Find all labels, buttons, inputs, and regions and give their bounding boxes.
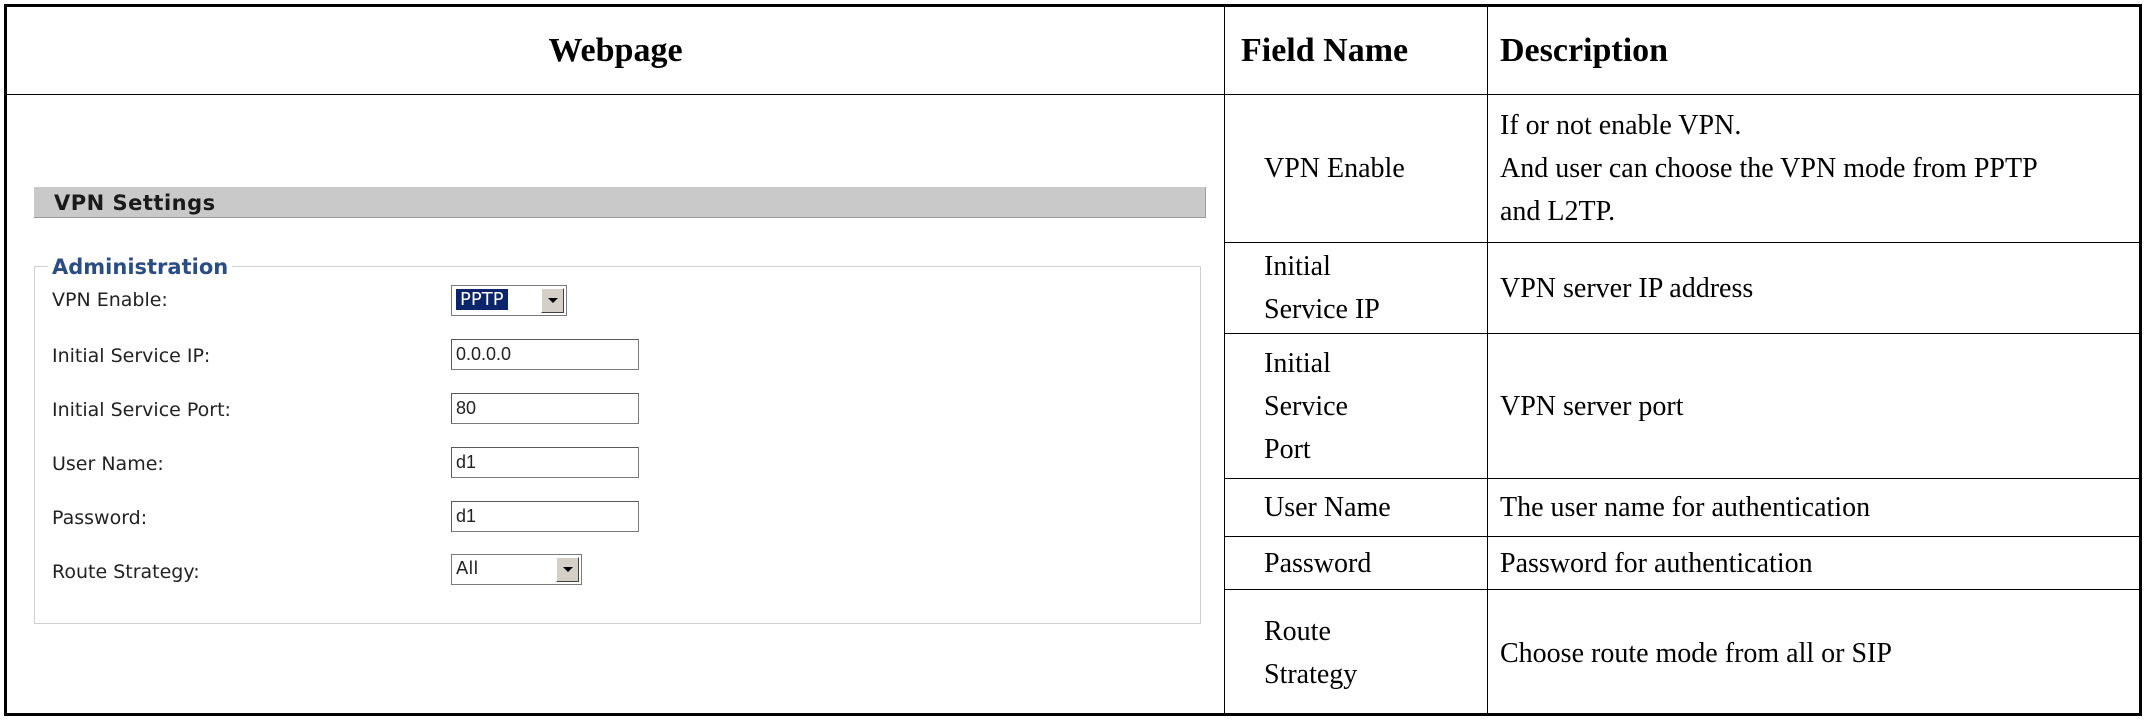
desc-user-name: The user name for authentication <box>1500 492 1871 523</box>
password-label: Password: <box>52 507 148 529</box>
user-name-label: User Name: <box>52 453 164 475</box>
field-password: Password <box>1264 547 1372 579</box>
route-strategy-select[interactable]: All <box>451 554 582 585</box>
route-strategy-value: All <box>456 558 479 579</box>
vpn-settings-screenshot: VPN Settings Administration VPN Enable: … <box>7 95 1224 713</box>
password-input[interactable] <box>451 501 639 532</box>
field-vpn-enable: VPN Enable <box>1264 153 1405 184</box>
vpn-enable-value: PPTP <box>455 288 509 311</box>
initial-service-port-label: Initial Service Port: <box>52 399 231 421</box>
initial-service-ip-input[interactable] <box>451 339 639 370</box>
field-user-name: User Name <box>1264 492 1391 523</box>
header-description: Description <box>1500 31 1669 69</box>
vpn-enable-label: VPN Enable: <box>52 289 168 311</box>
field-route-strategy: Route Strategy <box>1264 616 1358 690</box>
fieldset-legend: Administration <box>48 255 233 279</box>
desc-initial-service-ip: VPN server IP address <box>1500 272 1754 304</box>
initial-service-ip-label: Initial Service IP: <box>52 345 211 367</box>
section-title: VPN Settings <box>54 191 216 215</box>
desc-route-strategy: Choose route mode from all or SIP <box>1500 637 1892 669</box>
document-table: Webpage Field Name Description VPN Setti… <box>4 4 2142 716</box>
desc-password: Password for authentication <box>1500 547 1813 579</box>
user-name-input[interactable] <box>451 447 639 478</box>
chevron-down-icon[interactable] <box>556 557 579 582</box>
header-webpage: Webpage <box>548 31 683 69</box>
initial-service-port-input[interactable] <box>451 393 639 424</box>
route-strategy-label: Route Strategy: <box>52 561 200 583</box>
header-field-name: Field Name <box>1241 31 1409 69</box>
field-initial-service-ip: Initial Service IP <box>1264 251 1380 325</box>
administration-fieldset: Administration VPN Enable: PPTP Initial … <box>34 255 1201 624</box>
field-initial-service-port: Initial Service Port <box>1264 347 1348 465</box>
chevron-down-icon[interactable] <box>541 288 564 313</box>
desc-initial-service-port: VPN server port <box>1500 390 1684 422</box>
vpn-enable-select[interactable]: PPTP <box>451 285 567 316</box>
vpn-settings-header: VPN Settings <box>34 187 1206 218</box>
desc-vpn-enable: If or not enable VPN. And user can choose… <box>1500 110 2038 227</box>
